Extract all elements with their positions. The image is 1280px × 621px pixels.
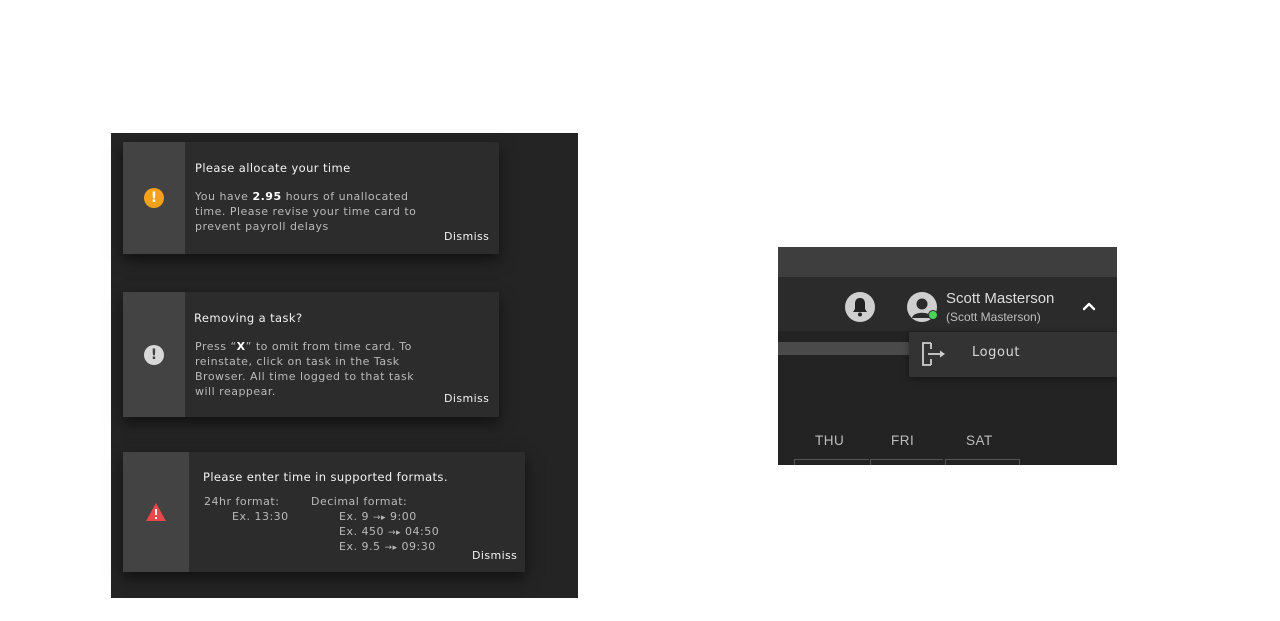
day-header-thu: THU	[815, 433, 845, 448]
toast-icon-strip	[123, 452, 189, 572]
format-24-example: Ex. 13:30	[232, 510, 289, 523]
online-status-indicator	[928, 310, 938, 320]
user-subtitle: (Scott Masterson)	[946, 310, 1041, 324]
day-header-sat: SAT	[966, 433, 993, 448]
calendar-cell[interactable]	[794, 459, 869, 465]
dismiss-button[interactable]: Dismiss	[444, 230, 489, 243]
toast-icon-strip: !	[123, 142, 185, 254]
toast-message: Press “X” to omit from time card. To rei…	[195, 340, 415, 398]
removing-task-toast: ! Removing a task? Press “X” to omit fro…	[123, 292, 499, 417]
allocate-time-toast: ! Please allocate your time You have 2.9…	[123, 142, 499, 254]
arrow-right-icon: →▸	[384, 543, 398, 553]
top-bar	[778, 247, 1117, 277]
user-name[interactable]: Scott Masterson	[946, 290, 1054, 307]
progress-bar	[778, 342, 910, 355]
format-24-label: 24hr format:	[204, 495, 280, 508]
app-header-panel: Scott Masterson (Scott Masterson) Logout…	[778, 247, 1117, 465]
toast-title: Please enter time in supported formats.	[203, 470, 448, 484]
toast-title: Removing a task?	[194, 311, 303, 325]
chevron-up-icon[interactable]	[1080, 297, 1098, 315]
decimal-example-row: Ex. 9.5 →▸ 09:30	[339, 540, 436, 553]
arrow-right-icon: →▸	[387, 528, 402, 538]
arrow-right-icon: →▸	[372, 513, 387, 523]
calendar-cell[interactable]	[870, 459, 943, 465]
calendar-cell[interactable]	[945, 459, 1020, 465]
time-format-toast: Please enter time in supported formats. …	[123, 452, 525, 572]
user-menu-dropdown: Logout	[909, 332, 1117, 377]
decimal-format-label: Decimal format:	[311, 495, 408, 508]
toast-message: You have 2.95 hours of unallocated time.…	[195, 190, 417, 233]
toast-icon-strip: !	[123, 292, 185, 417]
info-exclamation-icon: !	[144, 344, 164, 365]
logout-icon	[922, 342, 945, 366]
notifications-bell-icon[interactable]	[845, 292, 875, 322]
toast-title: Please allocate your time	[195, 161, 351, 175]
notifications-panel: ! Please allocate your time You have 2.9…	[111, 133, 578, 598]
dismiss-button[interactable]: Dismiss	[472, 549, 517, 562]
warning-circle-icon: !	[144, 188, 164, 208]
day-header-fri: FRI	[891, 433, 915, 448]
dismiss-button[interactable]: Dismiss	[444, 392, 489, 405]
menu-item-label: Logout	[972, 345, 1021, 360]
menu-item-logout[interactable]: Logout	[909, 332, 1117, 377]
alert-triangle-icon	[146, 503, 166, 521]
